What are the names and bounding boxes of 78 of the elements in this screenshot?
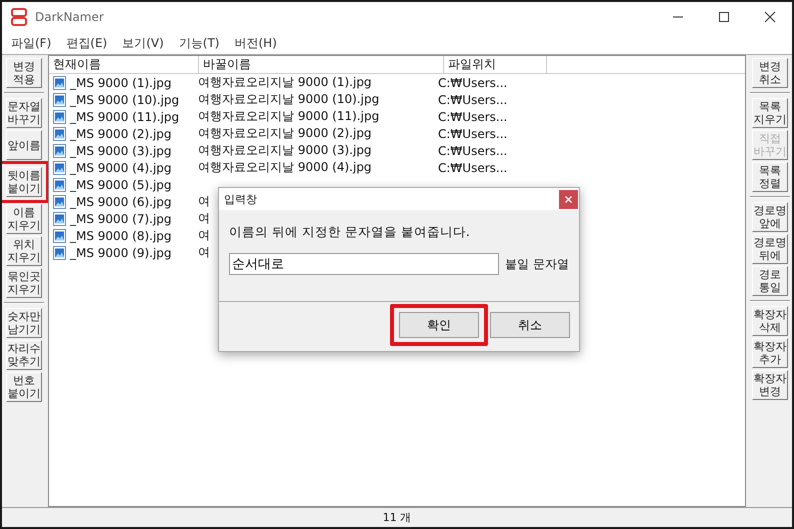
image-file-icon [53, 212, 66, 226]
dialog-title: 입력창 [224, 192, 257, 206]
menu-item[interactable]: 편집(E) [66, 34, 108, 52]
status-text: 11 개 [382, 510, 412, 525]
table-cell: _MS 9000 (9).jpg [70, 246, 172, 260]
table-cell: _MS 9000 (3).jpg [70, 144, 172, 158]
app-logo-icon [11, 8, 27, 26]
table-cell: _MS 9000 (2).jpg [70, 126, 172, 140]
column-header[interactable]: 바꿀이름 [199, 56, 444, 73]
table-cell: _MS 9000 (5).jpg [70, 178, 172, 192]
window-title: DarkNamer [35, 10, 104, 24]
image-file-icon [53, 144, 66, 158]
ok-button[interactable]: 확인 [399, 312, 479, 338]
tool-button[interactable]: 목록 지우기 [752, 98, 788, 128]
menu-item[interactable]: 보기(V) [122, 34, 164, 52]
table-cell: 여 [198, 227, 210, 244]
tool-button[interactable]: 경로명 뒤에 [752, 234, 788, 264]
column-header[interactable]: 파일위치 [444, 56, 547, 73]
close-button[interactable] [559, 190, 578, 208]
image-file-icon [53, 246, 66, 260]
image-file-icon [53, 76, 66, 90]
tool-button[interactable]: 묶인곳 지우기 [6, 268, 42, 298]
tool-button[interactable]: 번호 붙이기 [6, 372, 42, 402]
close-icon[interactable] [764, 11, 776, 23]
table-cell: _MS 9000 (4).jpg [70, 160, 172, 174]
cancel-button[interactable]: 취소 [490, 312, 570, 338]
image-file-icon [53, 194, 66, 208]
table-cell: C:₩Users... [438, 110, 508, 124]
close-icon [565, 196, 572, 202]
tool-button[interactable]: 위치 지우기 [6, 236, 42, 266]
table-cell: 여행자료오리지날 9000 (10).jpg [198, 91, 380, 108]
tool-button[interactable]: 뒷이름 붙이기 [6, 167, 42, 197]
input-field[interactable]: 순서대로 [229, 253, 499, 275]
table-cell: 여행자료오리지날 9000 (11).jpg [198, 108, 380, 125]
table-cell: 여행자료오리지날 9000 (1).jpg [198, 74, 372, 91]
tool-button[interactable]: 확장자 삭제 [752, 306, 788, 336]
table-cell: 여행자료오리지날 9000 (2).jpg [198, 125, 372, 142]
tool-button[interactable]: 자리수 맞추기 [6, 340, 42, 370]
table-cell: 여행자료오리지날 9000 (4).jpg [198, 159, 372, 176]
table-cell: 여 [198, 193, 210, 210]
tool-button[interactable]: 목록 정렬 [752, 162, 788, 192]
image-file-icon [53, 110, 66, 124]
tool-button[interactable]: 변경 취소 [752, 58, 788, 88]
image-file-icon [53, 92, 66, 106]
field-label: 붙일 문자열 [505, 256, 569, 272]
tool-button[interactable]: 확장자 변경 [752, 370, 788, 400]
table-cell: 여 [198, 210, 210, 227]
image-file-icon [53, 126, 66, 140]
image-file-icon [53, 160, 66, 174]
column-header[interactable]: 현재이름 [49, 56, 199, 73]
image-file-icon [53, 178, 66, 192]
tool-button[interactable]: 앞이름 [6, 130, 42, 160]
tool-button[interactable]: 확장자 추가 [752, 338, 788, 368]
table-cell: _MS 9000 (8).jpg [70, 228, 172, 242]
tool-button[interactable]: 이름 지우기 [6, 204, 42, 234]
menu-item[interactable]: 기능(T) [178, 34, 220, 52]
table-cell: _MS 9000 (1).jpg [70, 76, 172, 90]
maximize-icon[interactable] [718, 11, 730, 23]
tool-button[interactable]: 문자열 바꾸기 [6, 98, 42, 128]
table-cell: C:₩Users... [438, 144, 508, 158]
dialog-message: 이름의 뒤에 지정한 문자열을 붙여줍니다. [229, 224, 471, 241]
image-file-icon [53, 228, 66, 242]
menu-item[interactable]: 파일(F) [11, 34, 52, 52]
table-cell: C:₩Users... [438, 126, 508, 140]
table-cell: _MS 9000 (6).jpg [70, 194, 172, 208]
table-cell: _MS 9000 (11).jpg [70, 110, 180, 124]
table-cell: 여행자료오리지날 9000 (3).jpg [198, 142, 372, 159]
menu-item[interactable]: 버전(H) [234, 34, 277, 52]
tool-button[interactable]: 경로 통일 [752, 266, 788, 296]
table-cell: _MS 9000 (10).jpg [70, 92, 180, 106]
table-cell: C:₩Users... [438, 92, 508, 106]
table-cell: _MS 9000 (7).jpg [70, 212, 172, 226]
tool-button[interactable]: 변경 적용 [6, 58, 42, 88]
table-cell: C:₩Users... [438, 160, 508, 174]
tool-button[interactable]: 숫자만 남기기 [6, 308, 42, 338]
tool-button[interactable]: 경로명 앞에 [752, 202, 788, 232]
table-cell: 여 [198, 244, 210, 261]
table-cell: C:₩Users... [438, 76, 508, 90]
